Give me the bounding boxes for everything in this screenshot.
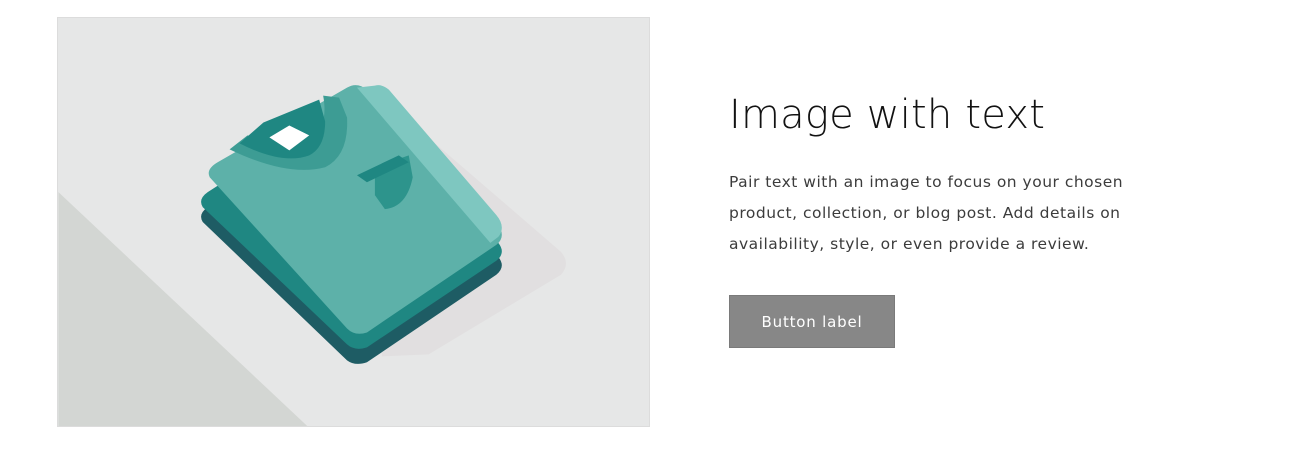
cta-button[interactable]: Button label [729,295,895,348]
image-with-text-section: Image with text Pair text with an image … [0,0,1300,450]
image-with-text-content: Image with text Pair text with an image … [729,86,1149,348]
folded-shirts-illustration [58,85,566,426]
image-with-text-media [57,17,650,427]
section-body-text: Pair text with an image to focus on your… [729,173,1124,253]
section-heading: Image with text [729,92,1046,138]
